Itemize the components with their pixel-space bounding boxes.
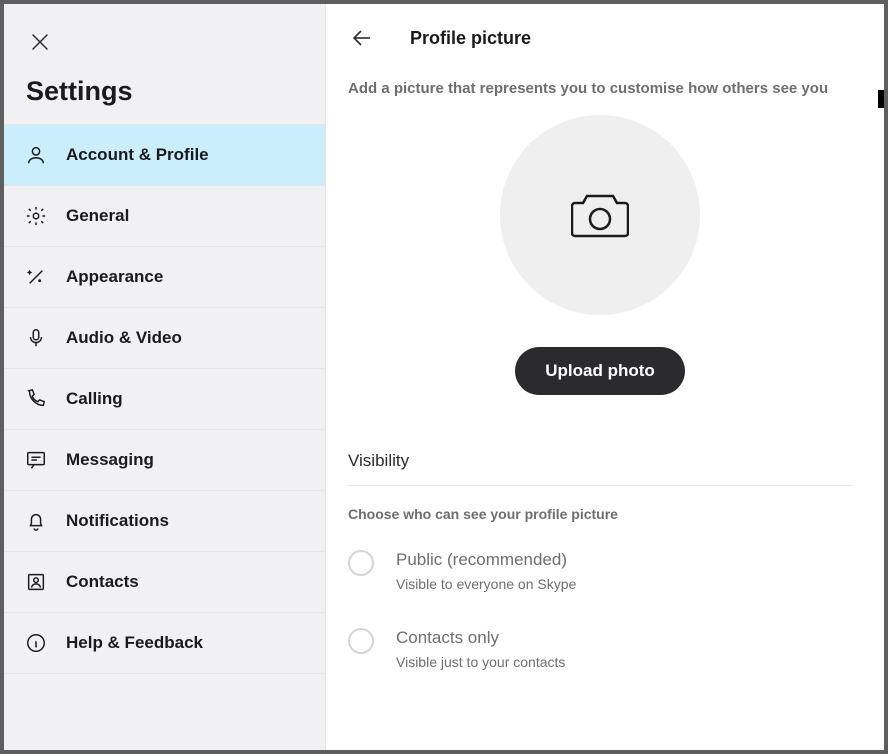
visibility-help-text: Choose who can see your profile picture: [348, 506, 852, 522]
sidebar-item-label: Calling: [66, 389, 123, 409]
sidebar-item-help-feedback[interactable]: Help & Feedback: [4, 612, 325, 674]
sidebar-item-label: Account & Profile: [66, 145, 209, 165]
main-panel: Profile picture Add a picture that repre…: [326, 4, 884, 750]
avatar-placeholder[interactable]: [500, 115, 700, 315]
visibility-heading: Visibility: [348, 451, 852, 471]
microphone-icon: [24, 326, 48, 350]
person-icon: [24, 143, 48, 167]
contacts-icon: [24, 570, 48, 594]
settings-title: Settings: [4, 66, 325, 125]
arrow-left-icon: [350, 26, 374, 50]
radio-sublabel: Visible just to your contacts: [396, 654, 565, 670]
sidebar-item-appearance[interactable]: Appearance: [4, 246, 325, 308]
sidebar-item-label: Audio & Video: [66, 328, 182, 348]
radio-button[interactable]: [348, 550, 374, 576]
sidebar-item-account-profile[interactable]: Account & Profile: [4, 124, 325, 186]
gear-icon: [24, 204, 48, 228]
scrollbar-hint[interactable]: [878, 90, 884, 108]
phone-icon: [24, 387, 48, 411]
visibility-option-contacts[interactable]: Contacts only Visible just to your conta…: [348, 628, 852, 670]
back-button[interactable]: [348, 24, 376, 52]
sidebar-item-contacts[interactable]: Contacts: [4, 551, 325, 613]
sidebar-item-notifications[interactable]: Notifications: [4, 490, 325, 552]
visibility-section: Visibility Choose who can see your profi…: [348, 451, 852, 670]
sidebar-item-messaging[interactable]: Messaging: [4, 429, 325, 491]
camera-icon: [571, 190, 629, 240]
close-icon: [31, 33, 49, 51]
close-button[interactable]: [26, 28, 54, 56]
info-icon: [24, 631, 48, 655]
sidebar-item-label: Appearance: [66, 267, 163, 287]
radio-button[interactable]: [348, 628, 374, 654]
sidebar-item-label: Notifications: [66, 511, 169, 531]
radio-texts: Public (recommended) Visible to everyone…: [396, 550, 576, 592]
sidebar-item-label: Help & Feedback: [66, 633, 203, 653]
main-header: Profile picture: [348, 24, 852, 52]
wand-icon: [24, 265, 48, 289]
upload-photo-button[interactable]: Upload photo: [515, 347, 685, 395]
settings-window: Settings Account & Profile General Appea…: [4, 4, 884, 750]
radio-label: Public (recommended): [396, 550, 576, 570]
radio-sublabel: Visible to everyone on Skype: [396, 576, 576, 592]
avatar-area: Upload photo: [348, 115, 852, 395]
bell-icon: [24, 509, 48, 533]
radio-label: Contacts only: [396, 628, 565, 648]
sidebar-item-calling[interactable]: Calling: [4, 368, 325, 430]
page-title: Profile picture: [410, 28, 531, 49]
sidebar-item-audio-video[interactable]: Audio & Video: [4, 307, 325, 369]
settings-nav: Account & Profile General Appearance Aud…: [4, 125, 325, 674]
sidebar-item-label: Contacts: [66, 572, 139, 592]
sidebar-item-label: General: [66, 206, 129, 226]
sidebar-item-label: Messaging: [66, 450, 154, 470]
message-icon: [24, 448, 48, 472]
sidebar-item-general[interactable]: General: [4, 185, 325, 247]
visibility-option-public[interactable]: Public (recommended) Visible to everyone…: [348, 550, 852, 592]
divider: [348, 485, 852, 486]
profile-picture-description: Add a picture that represents you to cus…: [348, 80, 852, 97]
sidebar-top: [4, 4, 325, 66]
radio-texts: Contacts only Visible just to your conta…: [396, 628, 565, 670]
settings-sidebar: Settings Account & Profile General Appea…: [4, 4, 326, 750]
